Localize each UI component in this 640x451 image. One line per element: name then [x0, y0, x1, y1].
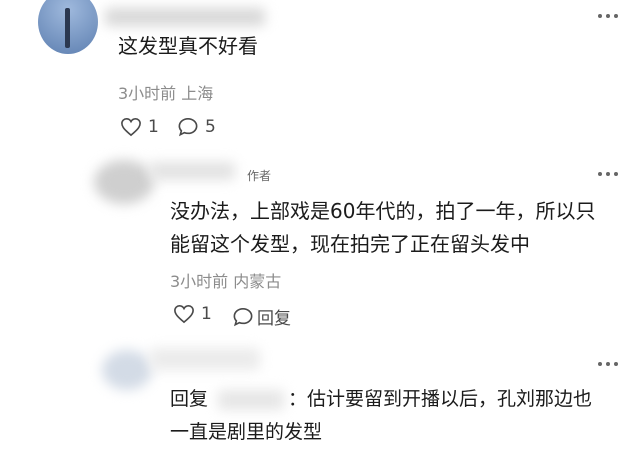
like-button[interactable]: 1	[120, 117, 159, 137]
author-badge: 作者	[247, 169, 272, 183]
avatar[interactable]	[102, 350, 152, 390]
comment-text: 这发型真不好看	[118, 34, 258, 58]
reply-text-line-2: 一直是剧里的发型	[170, 421, 323, 443]
author-reply: 作者 没办法，上部戏是60年代的，拍了一年，所以只 能留这个发型，现在拍完了正在…	[0, 150, 640, 340]
reply-count: 5	[205, 117, 216, 137]
comment-1: 这发型真不好看 3小时前 上海 1 5	[0, 0, 640, 150]
mentioned-user[interactable]	[218, 390, 284, 410]
reply-text-line-1: ：估计要留到开播以后，孔刘那边也	[288, 388, 593, 410]
heart-icon	[121, 117, 141, 137]
comment-bubble-icon	[233, 307, 253, 326]
more-icon[interactable]	[598, 172, 618, 178]
more-icon[interactable]	[598, 362, 618, 368]
comment-meta: 3小时前 上海	[118, 84, 214, 103]
comment-bubble-icon	[178, 117, 198, 137]
heart-icon	[174, 304, 194, 324]
reply-count-button[interactable]: 5	[177, 117, 216, 137]
avatar[interactable]	[94, 160, 154, 204]
reply-meta: 3小时前 内蒙古	[170, 272, 282, 291]
reply-label: 回复	[257, 309, 291, 329]
avatar[interactable]	[38, 0, 98, 54]
like-count: 1	[201, 304, 212, 324]
more-icon[interactable]	[598, 14, 618, 20]
nested-reply: 回复 ：估计要留到开播以后，孔刘那边也 一直是剧里的发型	[0, 340, 640, 451]
like-count: 1	[148, 117, 159, 137]
reply-button[interactable]: 回复	[232, 304, 291, 329]
username[interactable]	[150, 348, 260, 370]
reply-prefix: 回复	[170, 388, 209, 410]
reply-text-line-1: 没办法，上部戏是60年代的，拍了一年，所以只	[170, 199, 596, 223]
username[interactable]	[150, 162, 235, 180]
username[interactable]	[105, 8, 265, 26]
like-button[interactable]: 1	[173, 304, 212, 324]
reply-text-line-2: 能留这个发型，现在拍完了正在留头发中	[170, 232, 530, 256]
